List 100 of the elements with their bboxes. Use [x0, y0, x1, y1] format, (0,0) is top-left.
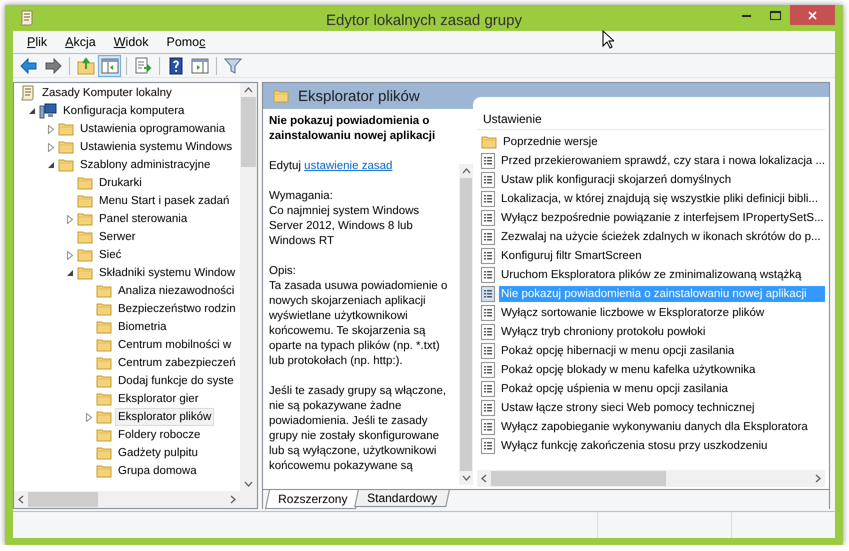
setting-row[interactable]: Zezwalaj na użycie ścieżek zdalnych w ikonach skrótów do p...	[499, 228, 825, 244]
tree-item[interactable]: Zasady Komputer lokalny	[39, 84, 175, 102]
expand-icon[interactable]	[86, 412, 92, 422]
tree-item[interactable]: Sieć	[96, 246, 124, 264]
folder-icon	[96, 302, 112, 316]
menu-item[interactable]: Akcja	[58, 33, 103, 51]
expand-icon[interactable]	[67, 214, 73, 224]
setting-row[interactable]: Wyłącz tryb chroniony protokołu powłoki	[499, 324, 825, 340]
forward-arrow-icon	[44, 56, 62, 74]
folder-icon	[96, 356, 112, 370]
tree-item[interactable]: Foldery robocze	[115, 426, 204, 444]
tree-item[interactable]: Menu Start i pasek zadań	[96, 192, 232, 210]
scrollbar-thumb[interactable]	[28, 492, 98, 507]
tree-item[interactable]: Ustawienia oprogramowania	[77, 120, 228, 138]
setting-row[interactable]: Pokaż opcję uśpienia w menu opcji zasilania	[499, 380, 825, 396]
folder-icon	[77, 176, 93, 190]
setting-icon	[481, 172, 495, 188]
setting-icon	[481, 152, 495, 168]
tree-item[interactable]: Biometria	[115, 318, 170, 336]
setting-icon	[481, 400, 495, 416]
menu-item[interactable]: Plik	[20, 33, 54, 51]
policy-link[interactable]: ustawienie zasad	[304, 160, 392, 172]
collapse-icon[interactable]	[48, 162, 54, 168]
tree-item[interactable]: Bezpieczeństwo rodzin	[115, 300, 239, 318]
vertical-scrollbar[interactable]	[240, 83, 257, 491]
horizontal-scrollbar[interactable]	[477, 470, 825, 487]
tree-item[interactable]: Serwer	[96, 228, 138, 246]
folder-icon	[96, 464, 112, 478]
tree-item[interactable]: Grupa domowa	[115, 462, 200, 480]
setting-row[interactable]: Wyłącz zapobieganie wykonywaniu danych dla Eksploratora	[499, 418, 825, 434]
folder-icon	[96, 428, 112, 442]
pane-toggle-icon	[190, 56, 208, 74]
folder-icon	[96, 338, 112, 352]
section-heading: Wymagania:	[269, 189, 334, 204]
close-button[interactable]	[790, 5, 835, 25]
collapse-icon[interactable]	[66, 270, 74, 276]
vertical-scrollbar[interactable]	[459, 164, 473, 485]
setting-row[interactable]: Ustaw plik konfiguracji skojarzeń domyślnych	[499, 172, 825, 188]
description-text: Jeśli te zasady grupy są włączone, nie są pokazywane żadne powiadomienia. Jeśli te zasady grupy nie zostały skonfigurowane lub są wyłączone, użytkownikowi końcowemu pokazywane są	[269, 384, 448, 474]
scrollbar-thumb[interactable]	[241, 97, 256, 167]
folder-icon	[96, 374, 112, 388]
menu-item[interactable]: Widok	[106, 33, 156, 51]
tree-item[interactable]: Eksplorator gier	[115, 390, 202, 408]
setting-icon	[481, 324, 495, 340]
folder-icon	[96, 446, 112, 460]
maximize-icon	[770, 10, 781, 20]
setting-row[interactable]: Przed przekierowaniem sprawdź, czy stara i nowa lokalizacja ...	[499, 152, 828, 168]
scrollbar-thumb[interactable]	[491, 471, 666, 486]
setting-row[interactable]: Uruchom Eksploratora plików ze zminimalizowaną wstążką	[499, 266, 825, 282]
setting-row[interactable]: Konfiguruj filtr SmartScreen	[499, 248, 825, 264]
view-tab[interactable]: Rozszerzony	[264, 490, 360, 509]
tree-item[interactable]: Gadżety pulpitu	[115, 444, 201, 462]
setting-row[interactable]: Pokaż opcję blokady w menu kafelka użytkownika	[499, 362, 825, 378]
tree-item[interactable]: Centrum zabezpieczeń	[115, 354, 239, 372]
view-tab[interactable]: Standardowy	[354, 490, 450, 507]
expand-icon[interactable]	[67, 250, 73, 260]
setting-icon	[481, 248, 495, 264]
folder-icon	[96, 284, 112, 298]
section-heading: Opis:	[269, 264, 297, 279]
folder-icon	[96, 410, 112, 424]
folder-icon	[273, 89, 289, 103]
menu-item[interactable]: Pomoc	[159, 33, 212, 51]
app-icon	[19, 10, 35, 26]
setting-row[interactable]: Wyłącz funkcję zakończenia stosu przy uszkodzeniu	[499, 438, 825, 454]
tree-item[interactable]: Drukarki	[96, 174, 145, 192]
tree-item[interactable]: Składniki systemu Window	[96, 264, 238, 282]
setting-row[interactable]: Poprzednie wersje	[501, 134, 825, 150]
folder-icon	[77, 230, 93, 244]
horizontal-scrollbar[interactable]	[14, 491, 240, 508]
tree-item[interactable]: Szablony administracyjne	[77, 156, 214, 174]
setting-row[interactable]: Ustaw łącze strony sieci Web pomocy technicznej	[499, 400, 825, 416]
folder-icon	[77, 248, 93, 262]
scrollbar-thumb[interactable]	[460, 178, 472, 471]
description-text: Ta zasada usuwa powiadomienie o nowych skojarzeniach aplikacji wyświetlane użytkownikowi końcowemu. Te skojarzenia są oparte na typach plików (np. *.txt) lub protokołach (np. http:).	[269, 279, 448, 369]
setting-icon	[481, 362, 495, 378]
tree-item[interactable]: Centrum mobilności w	[115, 336, 234, 354]
close-icon	[808, 10, 817, 20]
folder-icon	[77, 212, 93, 226]
folder-icon	[96, 320, 112, 334]
folder-icon	[77, 194, 93, 208]
setting-icon	[481, 418, 495, 434]
tree-item[interactable]: Analiza niezawodności	[115, 282, 238, 300]
tree-item[interactable]: Ustawienia systemu Windows	[77, 138, 236, 156]
folder-up-icon	[76, 56, 94, 74]
tree-item[interactable]: Dodaj funkcje do syste	[115, 372, 237, 390]
setting-icon	[481, 190, 495, 206]
window-title: Edytor lokalnych zasad grupy	[326, 12, 522, 29]
setting-row[interactable]: Wyłącz sortowanie liczbowe w Eksploratorze plików	[499, 304, 825, 320]
tree-item[interactable]: Panel sterowania	[96, 210, 190, 228]
collapse-icon[interactable]	[28, 108, 36, 114]
column-header[interactable]: Ustawienie	[477, 109, 825, 130]
setting-row[interactable]: Pokaż opcję hibernacji w menu opcji zasilania	[499, 342, 825, 358]
tree-item[interactable]: Konfiguracja komputera	[60, 102, 188, 120]
folder-icon	[58, 158, 74, 172]
tree-item[interactable]: Eksplorator plików	[115, 408, 214, 426]
folder-icon	[58, 140, 74, 154]
setting-row[interactable]: Wyłącz bezpośrednie powiązanie z interfejsem IPropertySetS...	[499, 210, 826, 226]
edit-label: Edytuj	[269, 160, 301, 172]
setting-row[interactable]: Lokalizacja, w której znajdują się wszystkie pliki definicji bibli...	[499, 190, 825, 206]
filter-icon	[224, 56, 242, 74]
